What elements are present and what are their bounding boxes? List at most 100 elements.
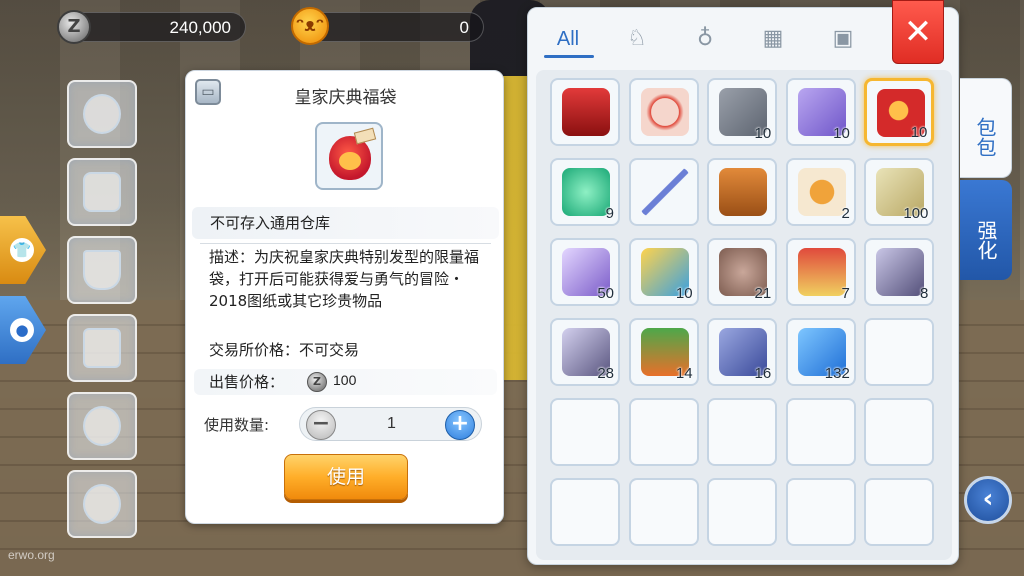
equip-slot-headgear[interactable] — [67, 80, 137, 148]
plus-icon[interactable]: + — [445, 410, 475, 440]
bag-slot-empty[interactable] — [864, 318, 935, 386]
use-button[interactable]: 使用 — [284, 454, 408, 500]
shirt-icon[interactable]: ♘ — [612, 22, 662, 62]
bag-slot-backpack[interactable] — [707, 158, 778, 226]
bag-slot-chain[interactable]: 16 — [707, 318, 778, 386]
equip-slot-armor[interactable] — [67, 158, 137, 226]
back-arrow-icon[interactable]: ‹ — [964, 476, 1012, 524]
bag-slot-winged-badge[interactable]: 2 — [785, 158, 856, 226]
green-orb-icon — [562, 168, 610, 216]
bag-slot-blue-ticket[interactable]: 132 — [785, 318, 856, 386]
shirt-icon: 👕 — [10, 238, 34, 262]
divider — [200, 243, 491, 244]
item-count: 10 — [675, 285, 693, 302]
active-tab-indicator — [544, 55, 594, 58]
bag-slot-empty[interactable] — [864, 478, 935, 546]
quantity-label: 使用数量: — [204, 416, 270, 434]
item-grid: 10 10 10 9 2 100 50 10 21 7 8 28 14 16 132 — [536, 70, 952, 560]
bag-slot-empty[interactable] — [550, 478, 620, 546]
zeny-coin-icon: Z — [307, 372, 327, 392]
item-count: 14 — [675, 365, 693, 382]
zeny-amount: 240,000 — [169, 18, 231, 37]
minus-icon[interactable]: − — [306, 410, 336, 440]
forbidden-hand-icon — [640, 88, 689, 136]
bag-slot-flower-tray[interactable]: 14 — [628, 318, 699, 386]
sell-price-row: 出售价格： Z 100 — [194, 369, 497, 395]
bag-slot-empty[interactable] — [864, 398, 935, 466]
side-tab-enhance[interactable]: 强化 — [960, 180, 1012, 280]
item-count: 10 — [754, 125, 772, 142]
bag-slot-red-dress[interactable] — [550, 78, 620, 146]
item-count: 16 — [754, 365, 772, 382]
bag-slot-empty[interactable] — [707, 478, 778, 546]
bag-slot-green-orb[interactable]: 9 — [550, 158, 620, 226]
bag-slot-cat-coin[interactable]: 21 — [707, 238, 778, 306]
bag-slot-purple-crystal[interactable]: 50 — [550, 238, 620, 306]
item-count: 2 — [841, 205, 850, 222]
armor-slot-icon — [83, 172, 121, 212]
equip-slot-accessory-2[interactable] — [67, 470, 137, 538]
bag-slot-ticket[interactable]: 10 — [785, 78, 856, 146]
item-count: 10 — [833, 125, 850, 142]
equip-slot-accessory-1[interactable] — [67, 392, 137, 460]
ore-icon — [876, 248, 925, 296]
side-tab-bag[interactable]: 包包 — [960, 78, 1012, 178]
item-name: 皇家庆典福袋 — [294, 88, 397, 108]
bag-slot-silver-ore[interactable]: 28 — [550, 318, 620, 386]
grid-icon[interactable]: ▦ — [748, 22, 798, 62]
sell-price-value: 100 — [333, 372, 357, 388]
headgear-slot-icon — [83, 94, 121, 134]
item-count: 28 — [597, 365, 614, 382]
bag-slot-gray-box[interactable]: 10 — [707, 78, 778, 146]
side-tab-equipment[interactable]: 👕 — [0, 216, 46, 284]
bag-slot-ore[interactable]: 8 — [864, 238, 935, 306]
person-icon: ● — [10, 318, 34, 342]
close-icon[interactable]: ✕ — [892, 0, 944, 64]
backpack-icon — [719, 168, 768, 216]
quantity-stepper: 1 − + — [299, 407, 482, 441]
storage-note: 不可存入通用仓库 — [192, 207, 499, 239]
bag-slot-forbidden-hand[interactable] — [628, 78, 699, 146]
red-dress-icon — [562, 88, 610, 136]
cat-coin-display: ᵔᴥᵔ 0 — [291, 7, 484, 45]
bag-slot-gift-box[interactable]: 7 — [785, 238, 856, 306]
zeny-coin-icon: Z — [57, 10, 91, 44]
bag-slot-empty[interactable] — [628, 478, 699, 546]
item-detail-popup: ▭ 皇家庆典福袋 不可存入通用仓库 描述：为庆祝皇家庆典特别发型的限量福袋，打开… — [185, 70, 504, 524]
bag-slot-empty[interactable] — [707, 398, 778, 466]
item-count: 8 — [920, 285, 929, 302]
bag-slot-gold-box[interactable]: 10 — [628, 238, 699, 306]
item-count: 10 — [910, 124, 928, 141]
bag-slot-empty[interactable] — [550, 398, 620, 466]
cat-coin-icon: ᵔᴥᵔ — [291, 7, 329, 45]
card-icon[interactable]: ▣ — [818, 22, 868, 62]
bag-slot-empty[interactable] — [785, 478, 856, 546]
bag-slot-empty[interactable] — [628, 398, 699, 466]
zeny-display: Z 240,000 — [57, 10, 246, 44]
item-count: 50 — [597, 285, 614, 302]
sell-price-label: 出售价格： — [209, 373, 285, 391]
shoes-slot-icon — [83, 328, 121, 368]
ring-slot-icon — [83, 484, 121, 524]
winged-badge-icon — [797, 168, 846, 216]
bag-slot-empty[interactable] — [785, 398, 856, 466]
equip-slot-shoes[interactable] — [67, 314, 137, 382]
bag-slot-magic-wand[interactable] — [628, 158, 699, 226]
bag-slot-lucky-bag[interactable]: 10 — [864, 78, 935, 146]
exchange-price: 交易所价格：不可交易 — [209, 341, 360, 359]
equip-slot-cloak[interactable] — [67, 236, 137, 304]
item-count: 7 — [841, 285, 850, 302]
side-tab-character[interactable]: ● — [0, 296, 46, 364]
magic-wand-icon — [640, 168, 689, 216]
item-description: 描述：为庆祝皇家庆典特别发型的限量福袋，打开后可能获得爱与勇气的冒险・2018图… — [209, 248, 480, 310]
watermark: erwo.org — [8, 548, 55, 562]
potion-icon[interactable]: ♁ — [680, 22, 730, 62]
gift-box-icon — [797, 248, 846, 296]
item-count: 100 — [903, 205, 929, 222]
item-count: 132 — [824, 365, 850, 382]
bag-slot-cheese[interactable]: 100 — [864, 158, 935, 226]
item-preview — [315, 122, 383, 190]
cat-coin-amount: 0 — [459, 18, 469, 37]
bag-panel: All ♘ ♁ ▦ ▣ 10 10 10 9 2 100 50 10 21 7 8 28 14 16 132 — [527, 7, 959, 565]
ring-slot-icon — [83, 406, 121, 446]
